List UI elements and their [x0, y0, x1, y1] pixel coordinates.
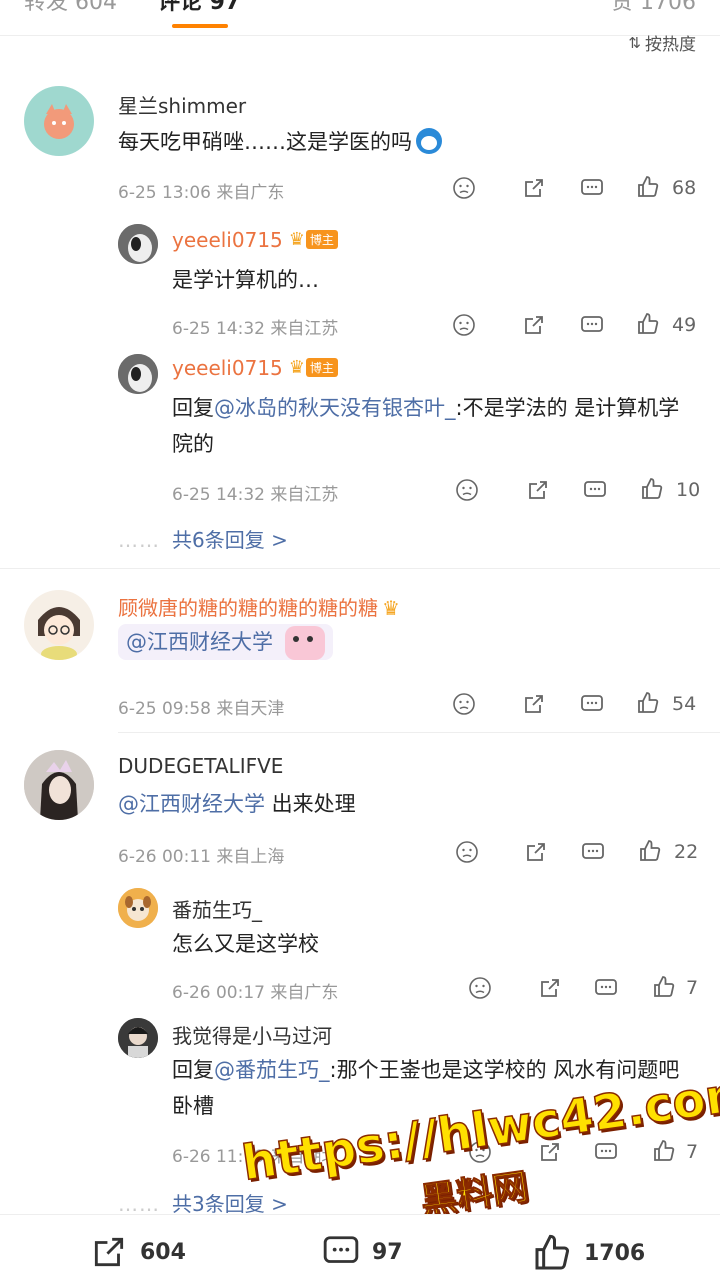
repost-icon [94, 1237, 124, 1267]
blogger-badge: ♛ 博主 [289, 229, 338, 250]
reply-icon[interactable] [580, 692, 604, 716]
comment-text: 每天吃甲硝唑……这是学医的吗 [118, 124, 442, 160]
avatar[interactable] [24, 86, 94, 156]
reply-text: 怎么又是这学校 [172, 932, 319, 956]
like-count: 54 [672, 693, 697, 715]
sort-icon: ⇅ [628, 33, 641, 52]
like-icon[interactable] [652, 1139, 676, 1163]
tab-bar: 转发 604 评论 97 赞 1706 [0, 0, 720, 36]
like-button[interactable]: 1706 [530, 1233, 645, 1273]
reply-text: 回复@冰岛的秋天没有银杏叶_:不是学法的 是计算机学院的 [172, 396, 680, 456]
mention-link[interactable]: @江西财经大学 [118, 792, 265, 816]
comment-author[interactable]: 星兰shimmer [118, 90, 246, 119]
dislike-icon[interactable] [452, 176, 476, 200]
like-count: 49 [672, 314, 697, 336]
doraemon-emoji-icon [416, 128, 442, 154]
comment-meta: 6-26 00:11 来自上海 [118, 847, 285, 867]
mention-link[interactable]: @冰岛的秋天没有银杏叶_ [214, 396, 456, 420]
like-count: 10 [676, 479, 701, 501]
avatar[interactable] [118, 1018, 158, 1058]
avatar[interactable] [118, 224, 158, 264]
repost-count: 604 [140, 1239, 186, 1265]
vip-crown-icon: ♛ [382, 596, 400, 620]
reply-icon[interactable] [583, 478, 607, 502]
comment-meta: 6-25 13:06 来自广东 [118, 183, 285, 203]
tab-comments[interactable]: 评论 97 [158, 0, 240, 16]
reply-meta: 6-25 14:32 来自江苏 [172, 319, 339, 339]
divider [0, 568, 720, 569]
tab-reposts[interactable]: 转发 604 [24, 0, 117, 16]
avatar[interactable] [118, 888, 158, 928]
share-icon[interactable] [522, 176, 546, 200]
dislike-icon[interactable] [452, 692, 476, 716]
avatar[interactable] [118, 354, 158, 394]
like-count: 22 [674, 841, 699, 863]
reply-author[interactable]: yeeeli0715 ♛ 博主 [172, 228, 338, 252]
thumbs-up-icon [535, 1234, 570, 1270]
reply-icon[interactable] [580, 313, 604, 337]
avatar[interactable] [24, 750, 94, 820]
dislike-icon[interactable] [455, 840, 479, 864]
comment-text: @江西财经大学 出来处理 [118, 792, 356, 816]
comment-meta: 6-25 09:58 来自天津 [118, 699, 285, 719]
avatar[interactable] [24, 590, 94, 660]
share-icon[interactable] [524, 840, 548, 864]
like-icon[interactable] [636, 691, 660, 715]
reply-icon[interactable] [581, 840, 605, 864]
sort-label: 按热度 [645, 35, 696, 55]
like-icon[interactable] [636, 312, 660, 336]
bottom-action-bar: 604 97 1706 [0, 1214, 720, 1280]
reply-icon[interactable] [594, 976, 618, 1000]
comment-button[interactable]: 97 [320, 1233, 403, 1271]
share-icon[interactable] [522, 692, 546, 716]
tab-likes[interactable]: 赞 1706 [611, 0, 696, 16]
like-icon[interactable] [652, 975, 676, 999]
comment-count: 97 [372, 1239, 403, 1265]
mention-card[interactable]: @江西财经大学 [118, 624, 333, 660]
like-total: 1706 [584, 1240, 646, 1266]
reply-icon[interactable] [594, 1140, 618, 1164]
reply-author[interactable]: yeeeli0715 ♛ 博主 [172, 356, 338, 380]
like-icon[interactable] [640, 477, 664, 501]
repost-button[interactable]: 604 [88, 1233, 186, 1271]
active-tab-indicator [172, 24, 228, 28]
crown-icon: ♛ [288, 229, 305, 250]
share-icon[interactable] [538, 976, 562, 1000]
reply-author[interactable]: 我觉得是小马过河 [172, 1020, 332, 1049]
comment-author[interactable]: DUDEGETALIFVE [118, 754, 283, 778]
reply-icon[interactable] [580, 176, 604, 200]
dislike-icon[interactable] [452, 313, 476, 337]
dislike-icon[interactable] [468, 976, 492, 1000]
sort-button[interactable]: ⇅ 按热度 [628, 30, 696, 56]
share-icon[interactable] [522, 313, 546, 337]
divider [118, 732, 720, 733]
like-icon[interactable] [636, 175, 660, 199]
reply-meta: 6-26 00:17 来自广东 [172, 983, 339, 1003]
more-replies-link[interactable]: …… 共3条回复 > [118, 1188, 288, 1217]
crown-icon: ♛ [288, 357, 305, 378]
reply-meta: 6-25 14:32 来自江苏 [172, 485, 339, 505]
like-count: 68 [672, 177, 697, 199]
reply-author[interactable]: 番茄生巧_ [172, 894, 262, 923]
like-count: 7 [686, 977, 699, 999]
mention-link[interactable]: @番茄生巧_ [214, 1058, 330, 1082]
cartoon-sticker-icon [285, 626, 325, 660]
comment-text: @江西财经大学 [118, 624, 333, 660]
reply-text: 是学计算机的… [172, 268, 319, 292]
dislike-icon[interactable] [455, 478, 479, 502]
comment-icon [323, 1236, 359, 1263]
share-icon[interactable] [526, 478, 550, 502]
more-replies-link[interactable]: …… 共6条回复 > [118, 524, 288, 553]
like-icon[interactable] [638, 839, 662, 863]
comment-author[interactable]: 顾微唐的糖的糖的糖的糖的糖 ♛ [118, 592, 400, 621]
like-count: 7 [686, 1141, 699, 1163]
blogger-badge: ♛ 博主 [289, 357, 338, 378]
